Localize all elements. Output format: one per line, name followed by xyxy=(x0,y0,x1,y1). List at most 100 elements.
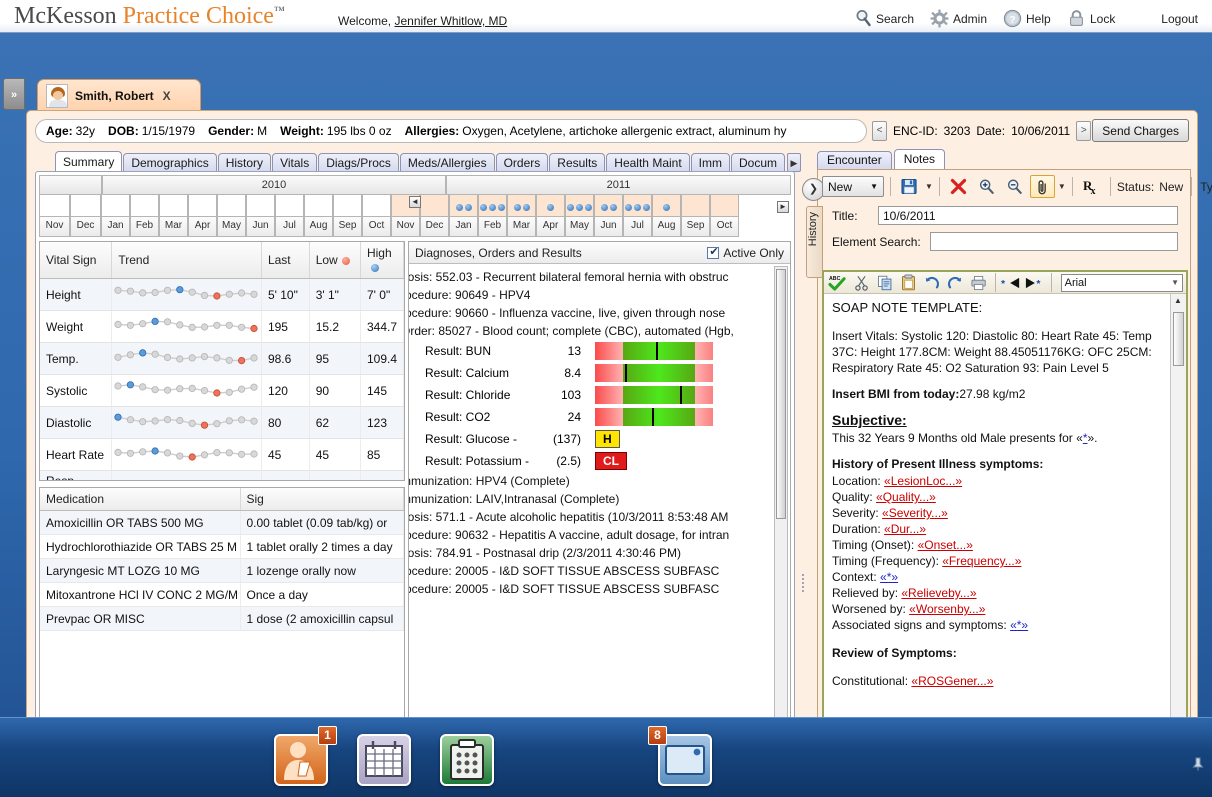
merge-field[interactable]: «LesionLoc...» xyxy=(884,474,962,488)
list-item[interactable]: nosis: 571.1 - Acute alcoholic hepatitis… xyxy=(409,508,778,526)
current-user-link[interactable]: Jennifer Whitlow, MD xyxy=(394,14,507,28)
table-row[interactable]: Mitoxantrone HCl IV CONC 2 MG/MOnce a da… xyxy=(40,583,404,607)
table-row[interactable]: Prevpac OR MISC1 dose (2 amoxicillin cap… xyxy=(40,607,404,631)
active-only-checkbox[interactable] xyxy=(707,247,719,259)
list-item[interactable]: mmunization: HPV4 (Complete) xyxy=(409,472,778,490)
timeline-event-cell[interactable] xyxy=(101,195,130,217)
timeline-month-aug[interactable]: Aug xyxy=(304,217,333,237)
taskbar-clipboard-button[interactable] xyxy=(440,734,494,786)
list-item[interactable]: Result: Glucose -(137)H xyxy=(425,428,778,450)
save-note-button[interactable] xyxy=(897,175,922,198)
timeline-month-dec[interactable]: Dec xyxy=(70,217,101,237)
timeline-month-jun[interactable]: Jun xyxy=(246,217,275,237)
timeline-event-dot[interactable] xyxy=(634,204,641,211)
undo-button[interactable] xyxy=(921,273,943,292)
timeline-event-cell[interactable] xyxy=(188,195,217,217)
timeline-month-jun[interactable]: Jun xyxy=(594,217,623,237)
timeline-month-apr[interactable]: Apr xyxy=(188,217,217,237)
timeline-event-cell[interactable] xyxy=(333,195,362,217)
timeline-event-cell[interactable] xyxy=(623,195,652,217)
merge-field[interactable]: «ROSGener...» xyxy=(911,674,993,688)
merge-field[interactable]: «*» xyxy=(1010,618,1028,632)
timeline-event-dot[interactable] xyxy=(610,204,617,211)
list-item[interactable]: mmunization: LAIV,Intranasal (Complete) xyxy=(409,490,778,508)
panel-splitter[interactable] xyxy=(800,572,806,602)
send-charges-button[interactable]: Send Charges xyxy=(1092,119,1189,142)
copy-button[interactable] xyxy=(874,273,896,292)
merge-field[interactable]: «Worsenby...» xyxy=(909,602,985,616)
pin-icon[interactable] xyxy=(1192,757,1204,771)
timeline-event-cell[interactable] xyxy=(507,195,536,217)
timeline-month-nov[interactable]: Nov xyxy=(39,217,70,237)
merge-field[interactable]: «Frequency...» xyxy=(942,554,1021,568)
merge-field[interactable]: «Dur...» xyxy=(884,522,926,536)
timeline-event-cell[interactable] xyxy=(304,195,333,217)
tab-notes[interactable]: Notes xyxy=(894,149,945,169)
attachment-dropdown-caret[interactable]: ▼ xyxy=(1058,182,1066,191)
table-row[interactable]: Hydrochlorothiazide OR TABS 25 M1 tablet… xyxy=(40,535,404,559)
table-row[interactable]: Diastolic8062123 xyxy=(40,407,404,439)
element-search-input[interactable] xyxy=(930,232,1178,251)
list-item[interactable]: rocedure: 90649 - HPV4 xyxy=(409,286,778,304)
tab-imm[interactable]: Imm xyxy=(691,153,730,172)
tab-diags-procs[interactable]: Diags/Procs xyxy=(318,153,399,172)
timeline-event-cell[interactable] xyxy=(130,195,159,217)
paste-button[interactable] xyxy=(898,273,920,292)
timeline-month-mar[interactable]: Mar xyxy=(159,217,188,237)
timeline-month-may[interactable]: May xyxy=(565,217,594,237)
timeline-month-aug[interactable]: Aug xyxy=(652,217,681,237)
list-item[interactable]: Result: Chloride103 xyxy=(425,384,778,406)
timeline-month-feb[interactable]: Feb xyxy=(478,217,507,237)
timeline-event-dot[interactable] xyxy=(601,204,608,211)
prev-encounter-button[interactable]: < xyxy=(872,121,887,141)
tab-overflow-button[interactable]: ▶ xyxy=(787,153,801,172)
timeline-event-cell[interactable] xyxy=(681,195,710,217)
list-item[interactable]: rocedure: 90660 - Influenza vaccine, liv… xyxy=(409,304,778,322)
timeline-event-cell[interactable] xyxy=(536,195,565,217)
tab-orders[interactable]: Orders xyxy=(496,153,549,172)
timeline-month-dec[interactable]: Dec xyxy=(420,217,449,237)
history-side-tab[interactable]: History xyxy=(806,206,823,278)
prev-field-button[interactable]: * xyxy=(1001,273,1023,292)
timeline-month-sep[interactable]: Sep xyxy=(681,217,710,237)
timeline-event-cell[interactable] xyxy=(159,195,188,217)
tab-health-maint[interactable]: Health Maint xyxy=(606,153,689,172)
tab-results[interactable]: Results xyxy=(549,153,605,172)
timeline-event-cell[interactable] xyxy=(565,195,594,217)
table-row[interactable]: Heart Rate454585 xyxy=(40,439,404,471)
tab-vitals[interactable]: Vitals xyxy=(272,153,317,172)
timeline-event-cell[interactable] xyxy=(362,195,391,217)
timeline-month-jan[interactable]: Jan xyxy=(449,217,478,237)
table-row[interactable]: Resp. Rate451850 xyxy=(40,471,404,482)
timeline-event-cell[interactable] xyxy=(594,195,623,217)
timeline-scroll-right[interactable]: ► xyxy=(777,201,789,213)
merge-field[interactable]: «Onset...» xyxy=(918,538,973,552)
timeline-event-cell[interactable] xyxy=(246,195,275,217)
note-scrollbar-thumb[interactable] xyxy=(1173,312,1184,366)
scroll-up-icon[interactable]: ▲ xyxy=(1174,296,1182,305)
print-button[interactable] xyxy=(968,273,990,292)
timeline-month-jan[interactable]: Jan xyxy=(101,217,130,237)
list-item[interactable]: nosis: 784.91 - Postnasal drip (2/3/2011… xyxy=(409,544,778,562)
table-row[interactable]: Temp.98.695109.4 xyxy=(40,343,404,375)
tab-summary[interactable]: Summary xyxy=(55,151,122,172)
timeline-event-cell[interactable] xyxy=(652,195,681,217)
close-icon[interactable]: X xyxy=(163,89,171,103)
list-item[interactable]: nosis: 552.03 - Recurrent bilateral femo… xyxy=(409,268,778,286)
timeline-event-dot[interactable] xyxy=(663,204,670,211)
timeline-month-jul[interactable]: Jul xyxy=(623,217,652,237)
zoom-out-button[interactable] xyxy=(1002,175,1027,198)
timeline-month-oct[interactable]: Oct xyxy=(362,217,391,237)
taskbar-calendar-button[interactable] xyxy=(357,734,411,786)
timeline-event-cell[interactable] xyxy=(710,195,739,217)
timeline-event-dot[interactable] xyxy=(585,204,592,211)
list-item[interactable]: Result: Potassium -(2.5)CL xyxy=(425,450,778,472)
list-item[interactable]: rocedure: 90632 - Hepatitis A vaccine, a… xyxy=(409,526,778,544)
logout-button[interactable]: Logout xyxy=(1161,12,1198,26)
prescription-button[interactable]: R x xyxy=(1079,175,1104,198)
timeline-event-dot[interactable] xyxy=(480,204,487,211)
help-button[interactable]: ? Help xyxy=(1003,6,1051,30)
cut-button[interactable] xyxy=(851,273,873,292)
timeline-event-dot[interactable] xyxy=(576,204,583,211)
tab-documents[interactable]: Docum xyxy=(731,153,785,172)
